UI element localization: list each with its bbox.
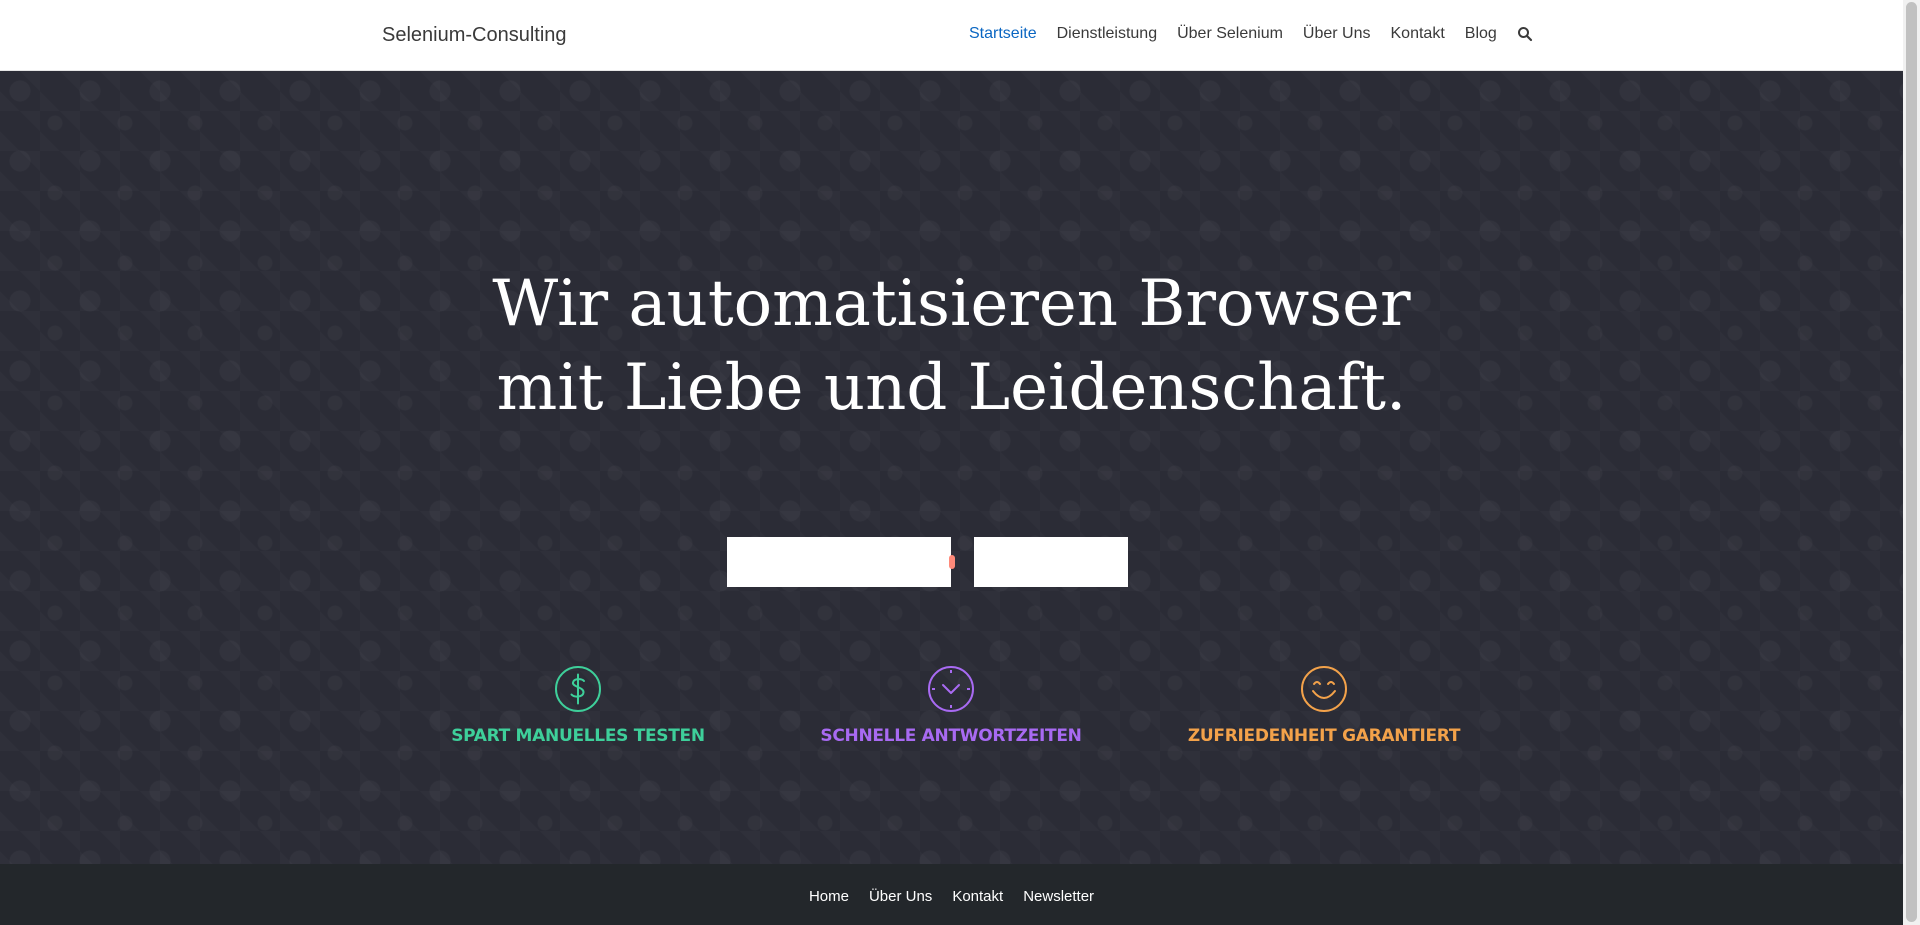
- hero-headline-line-2: mit Liebe und Leidenschaft.: [496, 351, 1407, 425]
- footer-link-kontakt[interactable]: Kontakt: [952, 888, 1003, 905]
- feature-zufriedenheit-garantiert: ZUFRIEDENHEIT GARANTIERT: [1164, 665, 1484, 746]
- main-nav: Startseite Dienstleistung Über Selenium …: [969, 25, 1533, 43]
- nav-item-ueber-uns[interactable]: Über Uns: [1303, 25, 1371, 43]
- site-brand[interactable]: Selenium-Consulting: [382, 24, 567, 47]
- primary-cta-button[interactable]: [727, 537, 955, 587]
- site-header: Selenium-Consulting Startseite Dienstlei…: [0, 0, 1903, 71]
- feature-label: ZUFRIEDENHEIT GARANTIERT: [1187, 726, 1461, 746]
- nav-item-kontakt[interactable]: Kontakt: [1391, 25, 1445, 43]
- clock-icon: [928, 666, 974, 712]
- hero-headline-line-1: Wir automatisieren Browser: [492, 267, 1411, 341]
- dollar-icon: [555, 666, 601, 712]
- feature-label: SCHNELLE ANTWORTZEITEN: [820, 726, 1082, 746]
- nav-item-dienstleistung[interactable]: Dienstleistung: [1057, 25, 1158, 43]
- scrollbar-thumb[interactable]: [1906, 2, 1917, 922]
- nav-item-ueber-selenium[interactable]: Über Selenium: [1177, 25, 1283, 43]
- hero-headline: Wir automatisieren Browser mit Liebe und…: [0, 262, 1903, 430]
- footer-nav: Home Über Uns Kontakt Newsletter: [0, 888, 1903, 905]
- search-icon[interactable]: [1517, 26, 1533, 42]
- nav-item-blog[interactable]: Blog: [1465, 25, 1497, 43]
- feature-schnelle-antwortzeiten: SCHNELLE ANTWORTZEITEN: [791, 665, 1111, 746]
- nav-item-startseite[interactable]: Startseite: [969, 25, 1037, 43]
- feature-label: SPART MANUELLES TESTEN: [451, 726, 705, 746]
- feature-spart-manuelles-testen: SPART MANUELLES TESTEN: [418, 665, 738, 746]
- hero-section: Wir automatisieren Browser mit Liebe und…: [0, 71, 1903, 864]
- smile-icon: [1301, 666, 1347, 712]
- cta-accent-mark: [949, 555, 955, 569]
- footer-link-home[interactable]: Home: [809, 888, 849, 905]
- secondary-cta-button[interactable]: [974, 537, 1128, 587]
- footer-link-ueber-uns[interactable]: Über Uns: [869, 888, 932, 905]
- footer-link-newsletter[interactable]: Newsletter: [1023, 888, 1094, 905]
- site-footer: Home Über Uns Kontakt Newsletter: [0, 864, 1903, 925]
- page-scrollbar[interactable]: [1903, 0, 1920, 925]
